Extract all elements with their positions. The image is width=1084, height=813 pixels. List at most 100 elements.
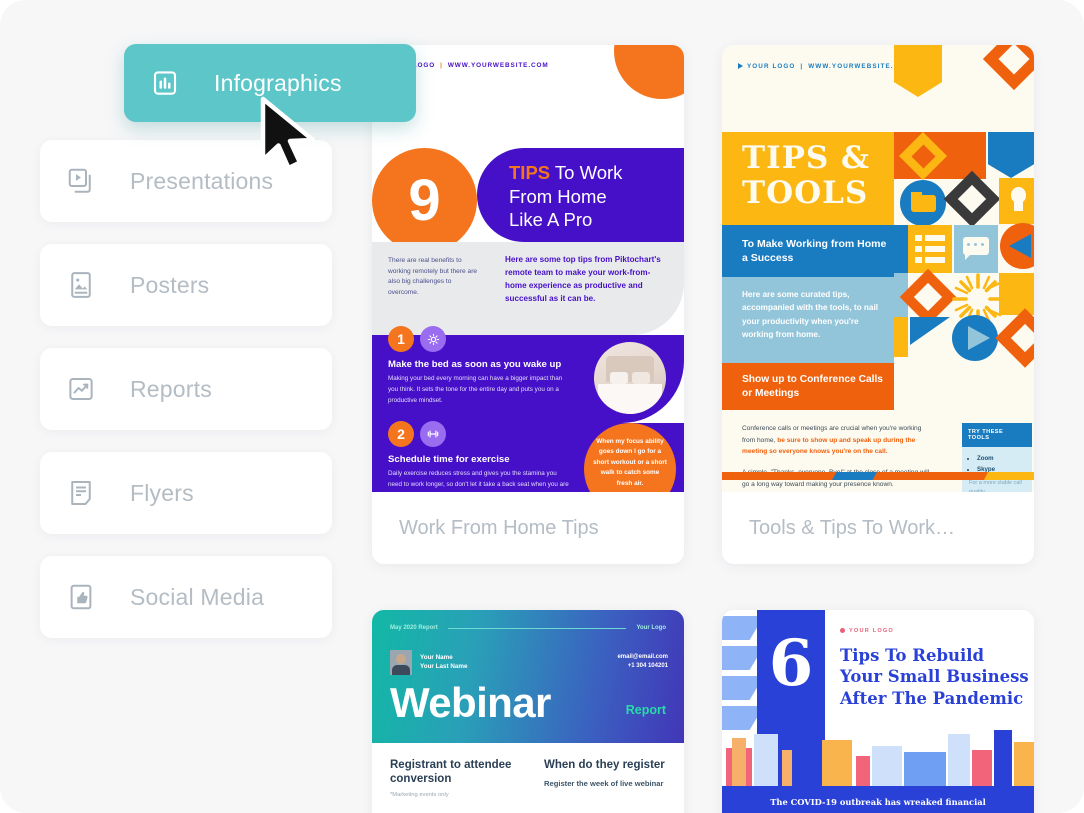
- list-icon: [925, 246, 945, 252]
- decor-shape: [1014, 202, 1023, 211]
- logo-dot-icon: [840, 628, 845, 634]
- lightbulb-icon: [1011, 187, 1026, 203]
- template-card-rebuild-small-business[interactable]: 6 YOUR LOGO Tips To Rebuild Your Small B…: [722, 610, 1034, 813]
- step-1-title: Make the bed as soon as you wake up: [388, 359, 562, 370]
- template-a-lead-left: There are real benefits to working remot…: [388, 257, 478, 297]
- stat-note: Register the week of live webinar: [544, 779, 664, 789]
- step-1-number: 1: [388, 326, 414, 352]
- decor-shape: [911, 192, 922, 196]
- template-b-lead: Here are some curated tips, accompanied …: [742, 290, 879, 339]
- template-d-body: The COVID-19 outbreak has wreaked financ…: [770, 797, 986, 807]
- template-c-title: Webinar: [390, 679, 551, 726]
- sidebar-item-label: Social Media: [130, 583, 265, 610]
- brand-logo-text: YOUR LOGO: [849, 628, 894, 634]
- try-these-tools-box: TRY THESE TOOLS Zoom Skype For a more st…: [962, 423, 1032, 492]
- divider: [447, 627, 627, 629]
- template-b-body: Conference calls or meetings are crucial…: [742, 423, 930, 491]
- title-line-2: TOOLS: [742, 174, 869, 211]
- step-1-body: Making your bed every morning can have a…: [388, 375, 563, 404]
- title-line-3: After The Pandemic: [840, 688, 1024, 708]
- sidebar-item-posters[interactable]: Posters: [40, 244, 332, 326]
- title-line-3: Like A Pro: [509, 209, 593, 231]
- template-caption: Work From Home Tips: [399, 516, 599, 539]
- bedroom-photo: [594, 342, 666, 414]
- title-rest: To Work: [550, 162, 623, 183]
- category-list: Presentations Posters Reports Flyers Soc…: [40, 140, 332, 660]
- title-line-1: Tips To Rebuild: [840, 646, 985, 665]
- brand-logo-text: Your Logo: [636, 625, 666, 631]
- decor-shape: [925, 235, 945, 241]
- decor-shape: [984, 472, 1034, 480]
- decor-shape: [915, 246, 922, 252]
- tools-note: For a more stable call quality.: [969, 480, 1022, 492]
- decor-shape: [999, 273, 1034, 315]
- sun-icon: [420, 326, 446, 352]
- decor-shape: [832, 472, 877, 480]
- separator: |: [800, 63, 804, 70]
- decor-shape: [915, 257, 922, 263]
- sidebar-item-label: Presentations: [130, 167, 274, 194]
- email-text: email@email.com: [617, 654, 668, 660]
- avatar: [390, 650, 412, 675]
- phone-text: +1 304 104201: [627, 663, 668, 669]
- template-a-title: TIPS To Work From Home Like A Pro: [477, 148, 684, 242]
- document-lines-icon: [66, 478, 96, 508]
- stat-heading: When do they register: [544, 759, 665, 771]
- step-2-title: Schedule time for exercise: [388, 454, 510, 465]
- decor-shape: [910, 317, 950, 345]
- folder-icon: [911, 195, 936, 212]
- decor-cityscape: [722, 720, 1034, 790]
- stat-column-left: Registrant to attendee conversion *Marke…: [390, 758, 530, 798]
- template-d-logo: YOUR LOGO: [840, 628, 894, 634]
- decor-mosaic: [886, 45, 1034, 470]
- dumbbell-icon: [420, 421, 446, 447]
- template-thumbnail: May 2020 Report Your Logo Your Name Your…: [372, 610, 684, 813]
- sidebar-item-label: Infographics: [214, 69, 342, 96]
- title-tips: TIPS: [509, 162, 551, 183]
- bar-chart-icon: [150, 68, 180, 98]
- template-a-lead-right: Here are some top tips from Piktochart's…: [505, 255, 661, 304]
- sidebar-item-flyers[interactable]: Flyers: [40, 452, 332, 534]
- brand-logo-text: YOUR LOGO: [747, 63, 796, 70]
- title-line-2: Your Small Business: [840, 667, 1029, 687]
- template-thumbnail: YOUR LOGO|WWW.YOURWEBSITE.COM 9 TIPS To …: [372, 45, 684, 492]
- template-card-webinar-report[interactable]: May 2020 Report Your Logo Your Name Your…: [372, 610, 684, 813]
- decor-shape: [925, 257, 945, 263]
- website-text: WWW.YOURWEBSITE.COM: [447, 62, 549, 69]
- stat-note: *Marketing events only: [390, 792, 449, 799]
- sidebar-item-social-media[interactable]: Social Media: [40, 556, 332, 638]
- line-chart-document-icon: [66, 374, 96, 404]
- title-line-2: From Home: [509, 185, 607, 207]
- decor-shape: [894, 45, 942, 97]
- app-page: Presentations Posters Reports Flyers Soc…: [0, 0, 1084, 813]
- template-b-title: TIPS & TOOLS: [742, 141, 870, 210]
- template-b-section-title: Show up to Conference Calls or Meetings: [742, 374, 883, 399]
- decor-footer-bar: [722, 472, 1034, 480]
- template-thumbnail: YOUR LOGO | WWW.YOURWEBSITE.COM TIPS & T…: [722, 45, 1034, 492]
- image-icon: [66, 270, 96, 300]
- report-date: May 2020 Report: [390, 625, 438, 631]
- template-card-work-from-home-tips[interactable]: YOUR LOGO|WWW.YOURWEBSITE.COM 9 TIPS To …: [372, 45, 684, 564]
- author-last-name: Your Last Name: [420, 663, 468, 671]
- stat-column-right: When do they register Register the week …: [544, 758, 684, 789]
- sidebar-item-reports[interactable]: Reports: [40, 348, 332, 430]
- decor-shape: [988, 132, 1034, 178]
- presentation-icon: [66, 166, 96, 196]
- quote-text: When my focus ability goes down I go for…: [593, 438, 667, 487]
- sidebar-item-label: Flyers: [130, 479, 194, 506]
- thumbs-up-icon: [66, 582, 96, 612]
- author-first-name: Your Name: [420, 654, 453, 661]
- play-triangle-icon: [738, 63, 743, 70]
- chat-bubble-icon: [963, 237, 989, 255]
- stat-heading: Registrant to attendee conversion: [390, 759, 512, 786]
- sidebar-item-label: Posters: [130, 271, 210, 298]
- template-c-kicker: Report: [625, 703, 666, 717]
- mouse-cursor-icon: [257, 96, 325, 179]
- template-card-tools-and-tips[interactable]: YOUR LOGO | WWW.YOURWEBSITE.COM TIPS & T…: [722, 45, 1034, 564]
- title-line-1: TIPS &: [742, 140, 871, 176]
- template-d-number: 6: [768, 626, 814, 701]
- template-b-subtitle: To Make Working from Home a Success: [742, 238, 887, 265]
- template-b-header: YOUR LOGO | WWW.YOURWEBSITE.COM: [738, 63, 912, 70]
- step-2-body: Daily exercise reduces stress and gives …: [388, 470, 569, 492]
- author-name: Your Name Your Last Name: [420, 653, 467, 672]
